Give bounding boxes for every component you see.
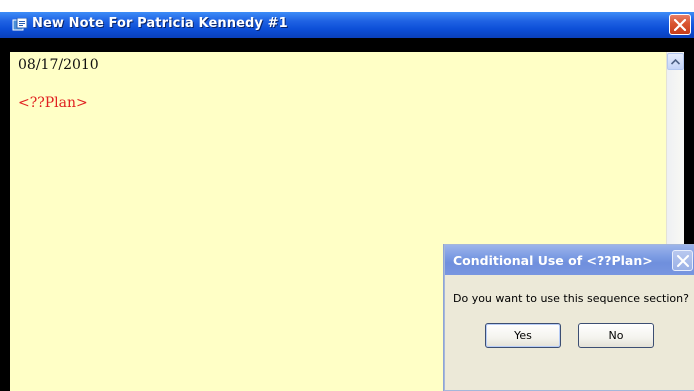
chevron-up-icon <box>671 59 680 65</box>
note-date: 08/17/2010 <box>18 57 99 73</box>
conditional-use-dialog: Conditional Use of <??Plan> Do you want … <box>444 244 694 391</box>
dialog-close-button[interactable] <box>672 250 693 271</box>
close-icon <box>674 19 686 31</box>
app-note-icon[interactable] <box>12 17 28 31</box>
yes-button[interactable]: Yes <box>485 323 561 348</box>
window-title: New Note For Patricia Kennedy #1 <box>32 16 288 31</box>
no-button[interactable]: No <box>578 323 654 348</box>
dialog-titlebar[interactable]: Conditional Use of <??Plan> <box>445 245 694 275</box>
close-icon <box>677 255 689 267</box>
scroll-up-button[interactable] <box>667 53 684 70</box>
window-frame-left <box>0 38 10 391</box>
window-frame-top <box>0 38 694 52</box>
note-window: New Note For Patricia Kennedy #1 08/17/2… <box>0 0 694 391</box>
dialog-title: Conditional Use of <??Plan> <box>453 253 653 268</box>
plan-placeholder-tag[interactable]: <??Plan> <box>18 95 88 111</box>
dialog-message: Do you want to use this sequence section… <box>453 292 689 305</box>
window-close-button[interactable] <box>669 14 691 35</box>
